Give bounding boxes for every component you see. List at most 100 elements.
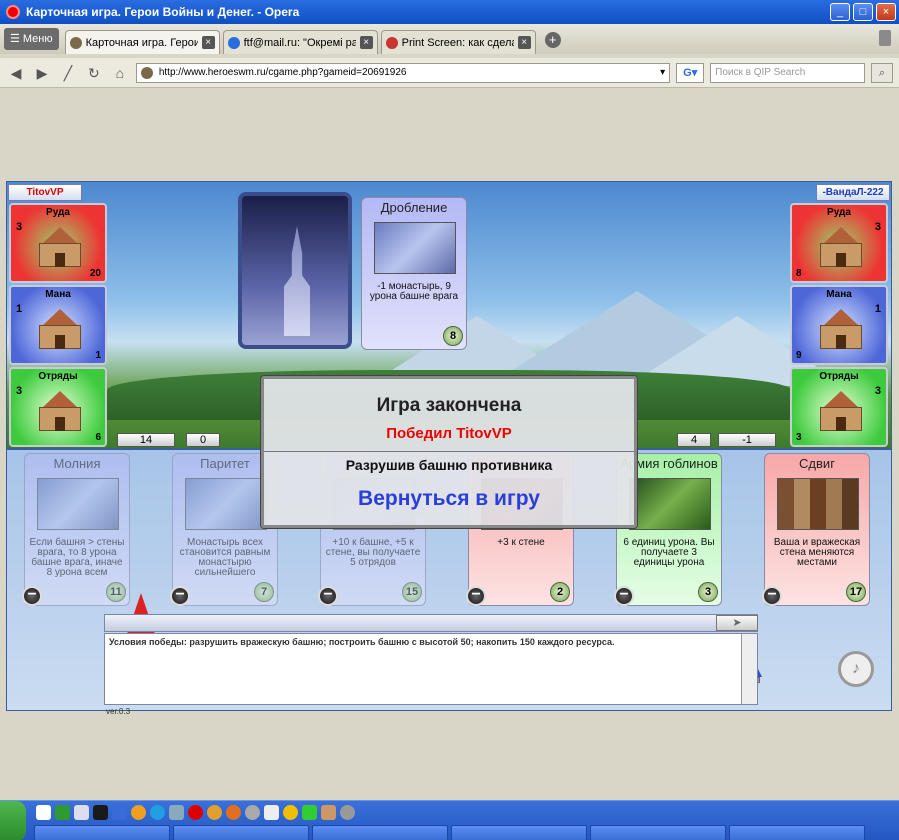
edit-icon[interactable]: ╱ [58, 64, 78, 82]
discard-card-3-button[interactable]: − [318, 586, 338, 606]
troops-production: 3 [874, 385, 881, 397]
task-button[interactable] [173, 825, 309, 840]
left-player-name: TitovVP [8, 184, 82, 201]
troops-amount: 6 [95, 432, 101, 443]
dropdown-arrow-icon[interactable]: ▾ [660, 67, 665, 78]
task-button[interactable] [451, 825, 587, 840]
card-cost: 7 [254, 582, 274, 602]
discard-card-5-button[interactable]: − [614, 586, 634, 606]
menu-label: Меню [22, 33, 53, 45]
card-title: Сдвиг [799, 456, 835, 471]
task-button[interactable] [312, 825, 448, 840]
hand-card-6[interactable]: Сдвиг Ваша и вражеская стена меняются ме… [764, 453, 870, 606]
card-description: +3 к стене [497, 537, 545, 548]
monastery-building-icon [35, 309, 85, 351]
app-icon[interactable] [207, 805, 222, 820]
discard-card-6-button[interactable]: − [762, 586, 782, 606]
start-button[interactable] [0, 801, 26, 840]
mana-production: 1 [16, 303, 23, 315]
skype-icon[interactable] [150, 805, 165, 820]
home-icon[interactable]: ⌂ [110, 64, 130, 82]
quick-launch [36, 805, 355, 820]
new-tab-button[interactable]: + [544, 32, 561, 48]
app-icon[interactable] [340, 805, 355, 820]
search-engine-selector[interactable]: G▾ [676, 62, 705, 83]
close-tab-icon[interactable]: × [201, 36, 215, 49]
dialog-divider [264, 451, 634, 452]
opera-menu-button[interactable]: ☰ Меню [4, 28, 59, 50]
tab-printscreen[interactable]: Print Screen: как сделат... × [380, 30, 536, 54]
card-description: Ваша и вражеская стена меняются местами [773, 537, 861, 568]
right-wall-height: 4 [677, 433, 711, 447]
sound-off-icon[interactable]: ♪ [838, 651, 874, 687]
app-icon[interactable] [55, 805, 70, 820]
trash-icon[interactable] [879, 30, 891, 46]
chat-input[interactable] [104, 614, 758, 632]
app-icon[interactable] [321, 805, 336, 820]
log-scrollbar[interactable] [741, 634, 757, 704]
ore-amount: 20 [89, 268, 101, 279]
menu-icon: ☰ [10, 33, 20, 45]
minimize-button[interactable]: _ [830, 3, 850, 21]
discard-card-4-button[interactable]: − [466, 586, 486, 606]
back-arrow-icon[interactable]: ◀ [6, 64, 26, 82]
left-tower-height: 14 [117, 433, 175, 447]
close-tab-icon[interactable]: × [517, 36, 531, 49]
app-icon[interactable] [112, 805, 127, 820]
troops-amount: 3 [796, 432, 802, 443]
right-tower-height: -1 [718, 433, 776, 447]
discard-card-2-button[interactable]: − [170, 586, 190, 606]
app-icon[interactable] [93, 805, 108, 820]
left-mana-panel: Мана 1 1 [9, 285, 107, 365]
mine-building-icon [816, 227, 866, 269]
game-over-dialog: Игра закончена Победил TitovVP Разрушив … [261, 376, 637, 528]
monastery-building-icon [816, 309, 866, 351]
barracks-building-icon [35, 391, 85, 433]
browser-window: Карточная игра. Герои Войны и Денег. - O… [0, 0, 899, 840]
dialog-heading: Игра закончена [376, 395, 522, 416]
app-icon[interactable] [169, 805, 184, 820]
search-button[interactable]: ⌕ [871, 62, 893, 83]
window-title: Карточная игра. Герои Войны и Денег. - O… [26, 5, 300, 19]
winner-text: Победил TitovVP [386, 425, 512, 442]
right-mana-panel: Мана 1 9 [790, 285, 888, 365]
desktop-icon[interactable] [36, 805, 51, 820]
close-tab-icon[interactable]: × [359, 36, 373, 49]
app-icon[interactable] [264, 805, 279, 820]
hand-card-1[interactable]: Молния Если башня > стены врага, то 8 ур… [24, 453, 130, 606]
chrome-icon[interactable] [283, 805, 298, 820]
reload-icon[interactable]: ↻ [84, 64, 104, 82]
card-title: Дробление [380, 200, 448, 215]
title-bar: Карточная игра. Герои Войны и Денег. - O… [0, 0, 899, 24]
address-bar[interactable]: http://www.heroeswm.ru/cgame.php?gameid=… [135, 62, 671, 83]
card-cost: 8 [443, 326, 463, 346]
opera-icon[interactable] [188, 805, 203, 820]
card-cost: 17 [846, 582, 866, 602]
tab-game[interactable]: Карточная игра. Герои ... × [64, 30, 220, 54]
tab-bar: ☰ Меню Карточная игра. Герои ... × ftf@m… [0, 24, 899, 54]
icq-icon[interactable] [302, 805, 317, 820]
app-icon[interactable] [74, 805, 89, 820]
ore-amount: 8 [796, 268, 802, 279]
maximize-button[interactable]: □ [853, 3, 873, 21]
app-icon[interactable] [131, 805, 146, 820]
task-button[interactable] [34, 825, 170, 840]
discard-card-1-button[interactable]: − [22, 586, 42, 606]
url-text[interactable]: http://www.heroeswm.ru/cgame.php?gameid=… [159, 67, 654, 78]
left-wall-height: 0 [186, 433, 220, 447]
search-input[interactable]: Поиск в QIP Search [710, 62, 865, 83]
card-deck [238, 192, 352, 349]
task-button[interactable] [590, 825, 726, 840]
ore-production: 3 [16, 221, 23, 233]
close-window-button[interactable]: × [876, 3, 896, 21]
game-log: Условия победы: разрушить вражескую башн… [104, 633, 758, 705]
chat-send-button[interactable]: ➤ [716, 615, 758, 631]
right-troops-panel: Отряды 3 3 [790, 367, 888, 447]
task-button[interactable] [729, 825, 865, 840]
app-icon[interactable] [245, 805, 260, 820]
firefox-icon[interactable] [226, 805, 241, 820]
return-to-game-button[interactable]: Вернуться в игру [264, 487, 634, 511]
tab-mail[interactable]: ftf@mail.ru: "Окремі рах..." × [222, 30, 378, 54]
forward-arrow-icon[interactable]: ▶ [32, 64, 52, 82]
site-favicon-icon [140, 66, 153, 79]
